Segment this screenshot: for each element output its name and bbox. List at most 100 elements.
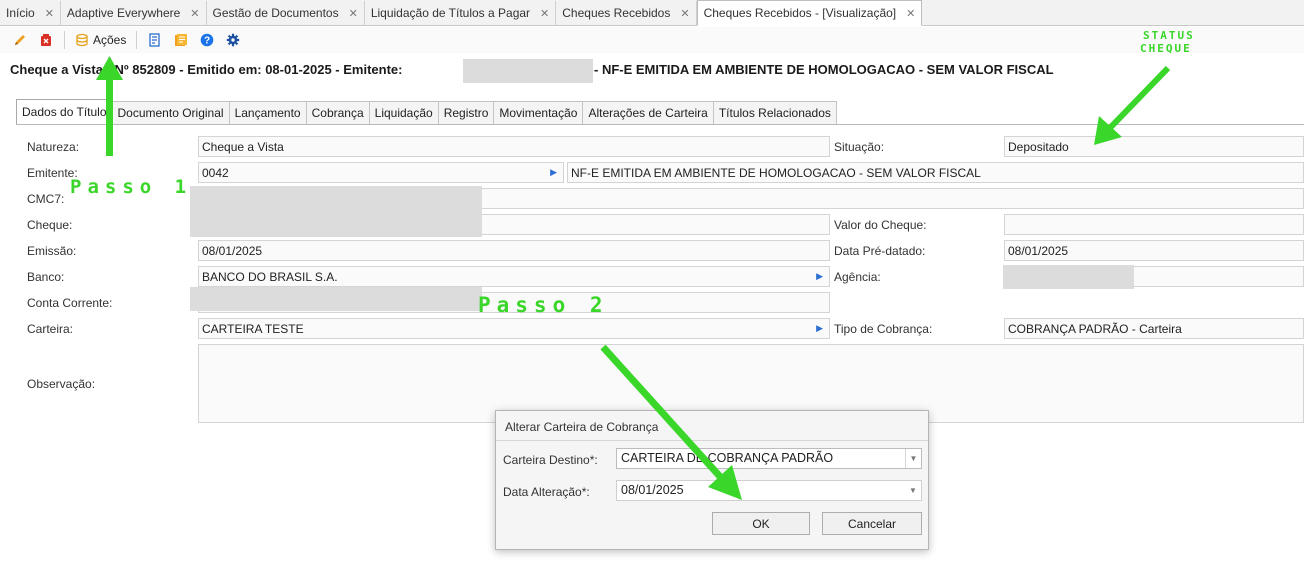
conta-corrente-label: Conta Corrente: [27, 296, 113, 310]
expand-arrow-icon[interactable]: ▶ [816, 323, 823, 334]
data-predatado-field[interactable]: 08/01/2025 [1004, 240, 1304, 261]
dialog-divider [496, 440, 928, 441]
tab-label: Início [6, 6, 35, 20]
redacted-conta-corrente [190, 287, 482, 311]
tipo-cobranca-label: Tipo de Cobrança: [834, 322, 933, 336]
banco-field[interactable]: BANCO DO BRASIL S.A. ▶ [198, 266, 830, 287]
valor-cheque-field[interactable] [1004, 214, 1304, 235]
cmc7-label: CMC7: [27, 192, 65, 206]
redacted-cmc7-cheque [190, 186, 482, 237]
annotation-status-line2: CHEQUE [1140, 42, 1192, 55]
valor-cheque-label: Valor do Cheque: [834, 218, 927, 232]
carteira-value: CARTEIRA TESTE [202, 322, 304, 336]
tab-movimentacao[interactable]: Movimentação [493, 101, 584, 124]
emitente-name-field[interactable]: NF-E EMITIDA EM AMBIENTE DE HOMOLOGACAO … [567, 162, 1304, 183]
acoes-button[interactable]: Ações [71, 29, 130, 51]
close-icon[interactable]: ✕ [349, 7, 358, 20]
tab-documento-original[interactable]: Documento Original [111, 101, 230, 124]
annotation-passo-2: Passo 2 [478, 293, 609, 317]
tab-cobranca[interactable]: Cobrança [305, 101, 370, 124]
tab-lancamento[interactable]: Lançamento [228, 101, 307, 124]
observacao-label: Observação: [27, 377, 96, 391]
document-tab-bar: Início ✕ Adaptive Everywhere ✕ Gestão de… [0, 0, 1304, 26]
banco-value: BANCO DO BRASIL S.A. [202, 270, 338, 284]
situacao-field[interactable]: Depositado [1004, 136, 1304, 157]
database-icon [76, 33, 88, 47]
emitente-code: 0042 [202, 166, 229, 180]
tab-label: Gestão de Documentos [212, 6, 339, 20]
tab-label: Cheques Recebidos - [Visualização] [703, 6, 897, 20]
cancel-button[interactable]: Cancelar [822, 512, 922, 535]
close-icon[interactable]: ✕ [680, 7, 689, 20]
close-icon[interactable]: ✕ [45, 7, 54, 20]
tab-cheques-recebidos-visualizacao[interactable]: Cheques Recebidos - [Visualização] ✕ [696, 0, 923, 26]
tab-label: Cheques Recebidos [562, 6, 671, 20]
gear-icon [227, 33, 240, 47]
edit-button[interactable] [8, 29, 32, 51]
ok-button[interactable]: OK [712, 512, 810, 535]
data-alteracao-value: 08/01/2025 [621, 483, 684, 497]
chevron-down-icon[interactable]: ▼ [905, 481, 921, 500]
natureza-label: Natureza: [27, 140, 80, 154]
expand-arrow-icon[interactable]: ▶ [816, 271, 823, 282]
natureza-field[interactable]: Cheque a Vista [198, 136, 830, 157]
expand-arrow-icon[interactable]: ▶ [550, 167, 557, 178]
situacao-label: Situação: [834, 140, 885, 154]
emissao-field[interactable]: 08/01/2025 [198, 240, 830, 261]
carteira-field[interactable]: CARTEIRA TESTE ▶ [198, 318, 830, 339]
cheque-label: Cheque: [27, 218, 73, 232]
acoes-label: Ações [93, 33, 127, 47]
close-icon[interactable]: ✕ [190, 7, 199, 20]
panel-border [16, 124, 1304, 125]
redacted-agencia [1003, 265, 1134, 289]
dialog-title: Alterar Carteira de Cobrança [505, 420, 659, 434]
toolbar: Ações ? [0, 27, 1304, 53]
carteira-destino-value: CARTEIRA DE COBRANÇA PADRÃO [621, 451, 834, 465]
toolbar-separator [136, 31, 138, 49]
tab-cheques-recebidos[interactable]: Cheques Recebidos ✕ [556, 1, 697, 25]
chevron-down-icon[interactable]: ▼ [905, 449, 921, 468]
tab-label: Liquidação de Títulos a Pagar [370, 6, 531, 20]
tab-dados-titulo[interactable]: Dados do Título [16, 99, 113, 124]
document-title-main: Cheque a Vista - Nº 852809 - Emitido em:… [10, 62, 403, 77]
tab-label: Adaptive Everywhere [66, 6, 181, 20]
carteira-label: Carteira: [27, 322, 74, 336]
emitente-code-field[interactable]: 0042 ▶ [198, 162, 564, 183]
annotation-status-line1: STATUS [1143, 29, 1195, 42]
tab-titulos-relacionados[interactable]: Títulos Relacionados [712, 101, 837, 124]
documents-button[interactable] [169, 29, 193, 51]
svg-text:?: ? [204, 36, 210, 47]
tipo-cobranca-field[interactable]: COBRANÇA PADRÃO - Carteira [1004, 318, 1304, 339]
settings-button[interactable] [221, 29, 245, 51]
tab-inicio[interactable]: Início ✕ [0, 1, 61, 25]
emissao-label: Emissão: [27, 244, 77, 258]
tab-alteracoes-carteira[interactable]: Alterações de Carteira [582, 101, 714, 124]
delete-button[interactable] [34, 29, 58, 51]
report-button[interactable] [143, 29, 167, 51]
banco-label: Banco: [27, 270, 65, 284]
data-predatado-label: Data Pré-datado: [834, 244, 926, 258]
tab-adaptive-everywhere[interactable]: Adaptive Everywhere ✕ [61, 1, 207, 25]
pencil-icon [15, 35, 25, 45]
tab-registro[interactable]: Registro [437, 101, 495, 124]
agencia-label: Agência: [834, 270, 881, 284]
carteira-destino-label: Carteira Destino*: [503, 453, 598, 467]
tab-liquidacao-titulos[interactable]: Liquidação de Títulos a Pagar ✕ [365, 1, 557, 25]
help-button[interactable]: ? [195, 29, 219, 51]
help-icon: ? [201, 33, 214, 47]
close-icon[interactable]: ✕ [906, 7, 915, 20]
documents-icon [175, 34, 188, 46]
carteira-destino-select[interactable]: CARTEIRA DE COBRANÇA PADRÃO ▼ [616, 448, 922, 469]
annotation-passo-1: Passo 1 [70, 176, 193, 198]
delete-icon [41, 34, 51, 46]
redacted-emitente [463, 59, 593, 83]
document-title-emitente-name: - NF-E EMITIDA EM AMBIENTE DE HOMOLOGACA… [594, 62, 1054, 77]
tab-gestao-documentos[interactable]: Gestão de Documentos ✕ [207, 1, 365, 25]
alterar-carteira-dialog: Alterar Carteira de Cobrança Carteira De… [495, 410, 929, 550]
data-alteracao-label: Data Alteração*: [503, 485, 590, 499]
data-alteracao-field[interactable]: 08/01/2025 ▼ [616, 480, 922, 501]
detail-tabs: Dados do Título Documento Original Lança… [16, 99, 837, 124]
close-icon[interactable]: ✕ [540, 7, 549, 20]
tab-liquidacao[interactable]: Liquidação [368, 101, 439, 124]
toolbar-separator [64, 31, 65, 49]
